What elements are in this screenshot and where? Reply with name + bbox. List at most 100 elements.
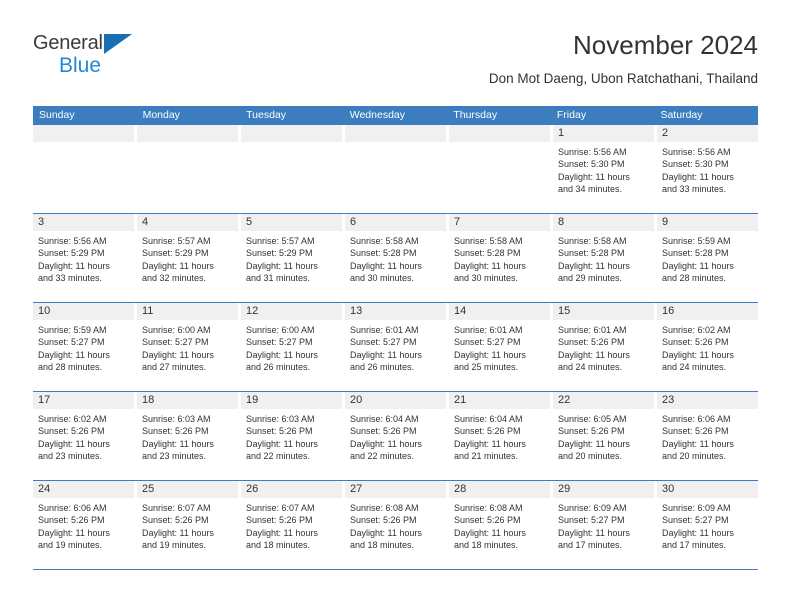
calendar-day-cell[interactable]: 1 Sunrise: 5:56 AM Sunset: 5:30 PM Daylight… [553, 125, 657, 213]
sunrise-text: Sunrise: 5:57 AM [246, 236, 315, 246]
daylight-text-line2: and 32 minutes. [142, 273, 207, 284]
sunrise-text: Sunrise: 6:04 AM [350, 414, 419, 424]
day-number: 21 [454, 394, 467, 406]
calendar-day-cell[interactable]: 22 Sunrise: 6:05 AM Sunset: 5:26 PM Dayligh… [553, 392, 657, 480]
daylight-text-line2: and 19 minutes. [38, 540, 103, 551]
day-number: 17 [38, 394, 51, 406]
calendar-day-cell[interactable]: 5 Sunrise: 5:57 AM Sunset: 5:29 PM Daylight… [241, 214, 345, 302]
calendar-day-cell[interactable]: 19 Sunrise: 6:03 AM Sunset: 5:26 PM Dayligh… [241, 392, 345, 480]
calendar-day-cell[interactable]: 11 Sunrise: 6:00 AM Sunset: 5:27 PM Dayligh… [137, 303, 241, 391]
sunrise-text: Sunrise: 5:56 AM [662, 147, 731, 157]
day-number: 12 [246, 305, 259, 317]
title-block: November 2024 Don Mot Daeng, Ubon Ratcha… [489, 28, 758, 90]
calendar-day-cell[interactable]: 17 Sunrise: 6:02 AM Sunset: 5:26 PM Dayligh… [33, 392, 137, 480]
daylight-text-line2: and 34 minutes. [558, 184, 623, 195]
sunrise-text: Sunrise: 6:00 AM [246, 325, 315, 335]
daylight-text-line1: Daylight: 11 hours [142, 349, 214, 360]
logo-text-general: General [33, 32, 103, 54]
day-number: 1 [558, 127, 565, 139]
calendar-day-cell-empty [449, 125, 553, 213]
daylight-text-line1: Daylight: 11 hours [350, 438, 422, 449]
daylight-text-line2: and 17 minutes. [662, 540, 727, 551]
calendar-day-cell[interactable]: 20 Sunrise: 6:04 AM Sunset: 5:26 PM Dayligh… [345, 392, 449, 480]
calendar-day-cell[interactable]: 30 Sunrise: 6:09 AM Sunset: 5:27 PM Dayligh… [657, 481, 758, 569]
calendar-day-cell[interactable]: 16 Sunrise: 6:02 AM Sunset: 5:26 PM Dayligh… [657, 303, 758, 391]
daylight-text-line2: and 22 minutes. [350, 451, 415, 462]
calendar-day-cell[interactable]: 7 Sunrise: 5:58 AM Sunset: 5:28 PM Daylight… [449, 214, 553, 302]
sunset-text: Sunset: 5:27 PM [454, 337, 521, 348]
generalblue-logo[interactable]: General Blue [33, 32, 183, 84]
calendar-day-cell[interactable]: 13 Sunrise: 6:01 AM Sunset: 5:27 PM Dayligh… [345, 303, 449, 391]
calendar-day-cell[interactable]: 8 Sunrise: 5:58 AM Sunset: 5:28 PM Daylight… [553, 214, 657, 302]
calendar-day-cell[interactable]: 27 Sunrise: 6:08 AM Sunset: 5:26 PM Dayligh… [345, 481, 449, 569]
day-number-band: 27 [345, 481, 446, 498]
sunset-text: Sunset: 5:30 PM [558, 159, 625, 170]
day-number: 25 [142, 483, 155, 495]
day-number: 8 [558, 216, 565, 228]
day-sun-info: Sunrise: 6:06 AM Sunset: 5:26 PM Daylight:… [33, 498, 134, 552]
daylight-text-line2: and 20 minutes. [662, 451, 727, 462]
day-number-band: 18 [137, 392, 238, 409]
calendar-day-cell[interactable]: 14 Sunrise: 6:01 AM Sunset: 5:27 PM Dayligh… [449, 303, 553, 391]
day-number: 26 [246, 483, 259, 495]
day-number-band: 16 [657, 303, 758, 320]
day-number-band: 9 [657, 214, 758, 231]
day-sun-info: Sunrise: 6:04 AM Sunset: 5:26 PM Daylight:… [449, 409, 550, 463]
sunset-text: Sunset: 5:27 PM [558, 515, 625, 526]
calendar-day-cell[interactable]: 3 Sunrise: 5:56 AM Sunset: 5:29 PM Daylight… [33, 214, 137, 302]
calendar-day-cell[interactable]: 23 Sunrise: 6:06 AM Sunset: 5:26 PM Dayligh… [657, 392, 758, 480]
calendar-day-cell[interactable]: 21 Sunrise: 6:04 AM Sunset: 5:26 PM Dayligh… [449, 392, 553, 480]
sunrise-text: Sunrise: 6:01 AM [350, 325, 419, 335]
calendar-day-cell[interactable]: 25 Sunrise: 6:07 AM Sunset: 5:26 PM Dayligh… [137, 481, 241, 569]
day-number-band: 25 [137, 481, 238, 498]
daylight-text-line2: and 33 minutes. [662, 184, 727, 195]
daylight-text-line1: Daylight: 11 hours [558, 438, 630, 449]
calendar-day-cell[interactable]: 15 Sunrise: 6:01 AM Sunset: 5:26 PM Dayligh… [553, 303, 657, 391]
logo-text-blue: Blue [59, 54, 102, 77]
daylight-text-line2: and 21 minutes. [454, 451, 519, 462]
calendar-day-cell[interactable]: 24 Sunrise: 6:06 AM Sunset: 5:26 PM Dayligh… [33, 481, 137, 569]
daylight-text-line1: Daylight: 11 hours [454, 349, 526, 360]
day-sun-info: Sunrise: 6:03 AM Sunset: 5:26 PM Daylight:… [241, 409, 342, 463]
weekday-header-thursday: Thursday [453, 109, 498, 121]
day-number-band: 11 [137, 303, 238, 320]
daylight-text-line2: and 18 minutes. [246, 540, 311, 551]
calendar-day-cell[interactable]: 6 Sunrise: 5:58 AM Sunset: 5:28 PM Daylight… [345, 214, 449, 302]
calendar-day-cell[interactable]: 29 Sunrise: 6:09 AM Sunset: 5:27 PM Dayligh… [553, 481, 657, 569]
daylight-text-line2: and 28 minutes. [38, 362, 103, 373]
sunset-text: Sunset: 5:26 PM [246, 515, 313, 526]
sunrise-text: Sunrise: 6:01 AM [454, 325, 523, 335]
calendar-day-cell-empty [241, 125, 345, 213]
calendar-day-cell[interactable]: 18 Sunrise: 6:03 AM Sunset: 5:26 PM Dayligh… [137, 392, 241, 480]
day-number-band: 23 [657, 392, 758, 409]
day-sun-info: Sunrise: 6:02 AM Sunset: 5:26 PM Daylight:… [33, 409, 134, 463]
sunrise-text: Sunrise: 6:04 AM [454, 414, 523, 424]
day-number-band: 15 [553, 303, 654, 320]
calendar-day-cell[interactable]: 4 Sunrise: 5:57 AM Sunset: 5:29 PM Daylight… [137, 214, 241, 302]
calendar-day-cell[interactable]: 10 Sunrise: 5:59 AM Sunset: 5:27 PM Dayligh… [33, 303, 137, 391]
day-sun-info: Sunrise: 5:59 AM Sunset: 5:28 PM Daylight:… [657, 231, 758, 285]
calendar-day-cell[interactable]: 9 Sunrise: 5:59 AM Sunset: 5:28 PM Daylight… [657, 214, 758, 302]
calendar-day-cell[interactable]: 12 Sunrise: 6:00 AM Sunset: 5:27 PM Dayligh… [241, 303, 345, 391]
day-number-band: 29 [553, 481, 654, 498]
weekday-header-row: Sunday Monday Tuesday Wednesday Thursday… [33, 106, 758, 125]
calendar-week-row: 24 Sunrise: 6:06 AM Sunset: 5:26 PM Dayligh… [33, 481, 758, 570]
day-sun-info: Sunrise: 5:57 AM Sunset: 5:29 PM Daylight:… [241, 231, 342, 285]
calendar-day-cell[interactable]: 26 Sunrise: 6:07 AM Sunset: 5:26 PM Dayligh… [241, 481, 345, 569]
daylight-text-line2: and 28 minutes. [662, 273, 727, 284]
day-sun-info: Sunrise: 6:06 AM Sunset: 5:26 PM Daylight:… [657, 409, 758, 463]
sunset-text: Sunset: 5:29 PM [246, 248, 313, 259]
calendar-day-cell[interactable]: 28 Sunrise: 6:08 AM Sunset: 5:26 PM Dayligh… [449, 481, 553, 569]
day-sun-info: Sunrise: 6:04 AM Sunset: 5:26 PM Daylight:… [345, 409, 446, 463]
sunrise-text: Sunrise: 6:08 AM [350, 503, 419, 513]
calendar-week-row: 17 Sunrise: 6:02 AM Sunset: 5:26 PM Dayligh… [33, 392, 758, 481]
calendar-day-cell[interactable]: 2 Sunrise: 5:56 AM Sunset: 5:30 PM Daylight… [657, 125, 758, 213]
daylight-text-line2: and 25 minutes. [454, 362, 519, 373]
daylight-text-line2: and 27 minutes. [142, 362, 207, 373]
day-sun-info: Sunrise: 5:57 AM Sunset: 5:29 PM Daylight:… [137, 231, 238, 285]
sunset-text: Sunset: 5:27 PM [662, 515, 729, 526]
day-sun-info: Sunrise: 6:00 AM Sunset: 5:27 PM Daylight:… [241, 320, 342, 374]
sunrise-text: Sunrise: 6:06 AM [662, 414, 731, 424]
day-number: 11 [142, 305, 154, 317]
sunrise-text: Sunrise: 6:09 AM [662, 503, 731, 513]
